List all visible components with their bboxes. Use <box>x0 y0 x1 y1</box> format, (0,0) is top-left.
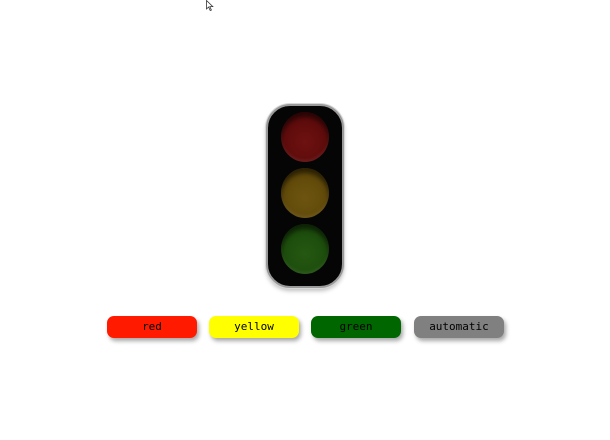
red-button[interactable]: red <box>107 316 197 338</box>
green-lamp <box>281 224 329 274</box>
red-lamp <box>281 112 329 162</box>
automatic-button[interactable]: automatic <box>414 316 504 338</box>
yellow-lamp <box>281 168 329 218</box>
control-bar: red yellow green automatic <box>0 316 610 338</box>
traffic-light-housing <box>266 104 344 288</box>
traffic-light-page: red yellow green automatic <box>0 0 610 440</box>
green-button[interactable]: green <box>311 316 401 338</box>
mouse-pointer-icon <box>206 0 214 11</box>
yellow-button[interactable]: yellow <box>209 316 299 338</box>
